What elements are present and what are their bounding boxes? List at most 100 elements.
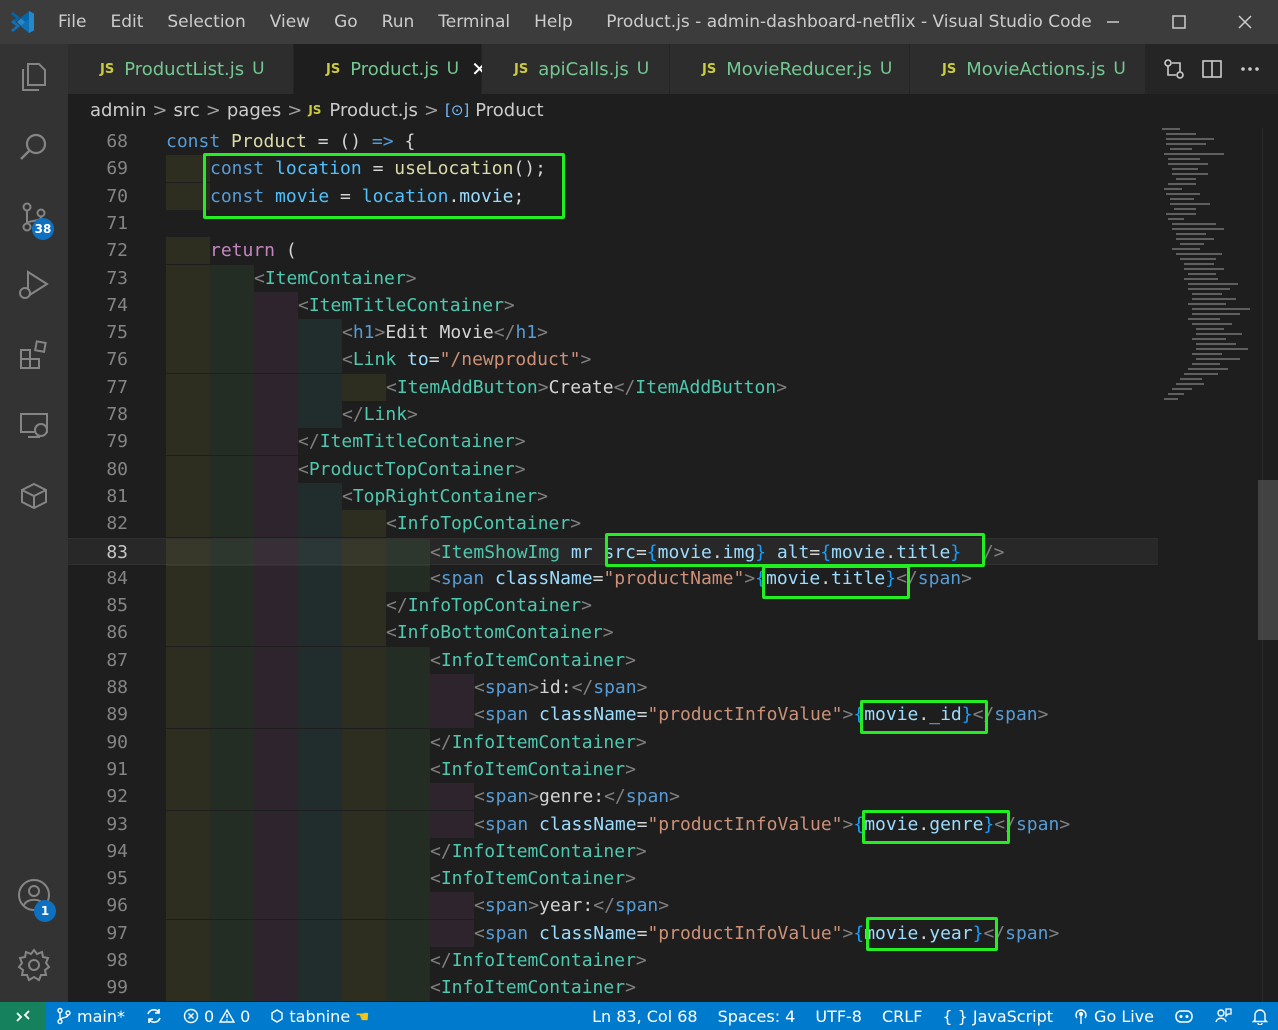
code-token: year <box>929 922 973 944</box>
code-line[interactable]: 68 const Product = () => { <box>68 128 1158 155</box>
breadcrumb-item[interactable]: src <box>174 100 200 121</box>
tab-movieactions[interactable]: JS MovieActions.js U <box>910 44 1146 94</box>
indent-guide <box>210 837 254 865</box>
code-line[interactable]: 90 </InfoItemContainer> <box>68 728 1158 756</box>
code-line[interactable]: 80 <ProductTopContainer> <box>68 455 1158 483</box>
menu-selection[interactable]: Selection <box>155 12 257 32</box>
menu-file[interactable]: File <box>46 12 98 32</box>
source-control-icon[interactable]: 38 <box>0 184 68 250</box>
indent-guide <box>342 538 386 566</box>
indent-guide <box>166 619 210 647</box>
maximize-button[interactable] <box>1146 0 1212 44</box>
code-line[interactable]: 95 <InfoItemContainer> <box>68 865 1158 893</box>
menu-terminal[interactable]: Terminal <box>426 12 522 32</box>
code-line[interactable]: 77 <ItemAddButton>Create</ItemAddButton> <box>68 373 1158 401</box>
code-line[interactable]: 93 <span className="productInfoValue">{mo… <box>68 810 1158 838</box>
encoding-status[interactable]: UTF-8 <box>805 1002 872 1030</box>
code-line[interactable]: 96 <span>year:</span> <box>68 892 1158 920</box>
code-line[interactable]: 98 </InfoItemContainer> <box>68 947 1158 974</box>
code-line[interactable]: 89 <span className="productInfoValue">{mo… <box>68 701 1158 729</box>
code-line[interactable]: 92 <span>genre:</span> <box>68 783 1158 811</box>
feedback-icon[interactable] <box>1204 1002 1242 1030</box>
remote-explorer-icon[interactable] <box>0 392 68 458</box>
code-line[interactable]: 97 <span className="productInfoValue">{mo… <box>68 919 1158 947</box>
minimize-button[interactable] <box>1080 0 1146 44</box>
code-line[interactable]: 85 </InfoTopContainer> <box>68 592 1158 620</box>
more-actions-icon[interactable] <box>1236 55 1264 83</box>
indent-guide <box>166 510 210 538</box>
code-line[interactable]: 84 <span className="productName">{movie.t… <box>68 564 1158 592</box>
indent-guide <box>342 510 386 538</box>
code-line[interactable]: 87 <InfoItemContainer> <box>68 646 1158 674</box>
tab-moviereducer[interactable]: JS MovieReducer.js U <box>670 44 910 94</box>
code-line[interactable]: 78 </Link> <box>68 401 1158 428</box>
indent-guide <box>298 674 342 701</box>
code-token: > <box>537 376 549 398</box>
breadcrumb-item[interactable]: admin <box>90 100 146 121</box>
eol-status[interactable]: CRLF <box>872 1002 932 1030</box>
menu-go[interactable]: Go <box>322 12 370 32</box>
breadcrumb-item[interactable]: Product.js <box>329 100 417 121</box>
code-line[interactable]: 81 <TopRightContainer> <box>68 482 1158 510</box>
minimap-line <box>1164 153 1224 155</box>
code-line[interactable]: 76 <Link to="/newproduct"> <box>68 346 1158 374</box>
docker-icon[interactable] <box>0 462 68 528</box>
code-token: = <box>635 541 647 563</box>
accounts-icon[interactable]: 1 <box>0 862 68 928</box>
scrollbar-thumb[interactable] <box>1258 480 1278 640</box>
code-token: </ <box>430 731 452 753</box>
code-line[interactable]: 73 <ItemContainer> <box>68 264 1158 292</box>
code-line[interactable]: 83 <ItemShowImg mr src={movie.img} alt={m… <box>68 537 1158 566</box>
code-line[interactable]: 94 </InfoItemContainer> <box>68 837 1158 865</box>
code-line[interactable]: 88 <span>id:</span> <box>68 674 1158 701</box>
search-icon[interactable] <box>0 114 68 180</box>
tab-label: apiCalls.js <box>538 58 629 80</box>
notifications-bell-icon[interactable] <box>1242 1002 1278 1030</box>
code-token: InfoItemContainer <box>440 758 626 780</box>
code-line[interactable]: 70 const movie = location.movie; <box>68 182 1158 210</box>
code-line[interactable]: 91 <InfoItemContainer> <box>68 755 1158 783</box>
code-line[interactable]: 74 <ItemTitleContainer> <box>68 291 1158 319</box>
split-editor-icon[interactable] <box>1198 55 1226 83</box>
code-line[interactable]: 99 <InfoItemContainer> <box>68 974 1158 1002</box>
menu-help[interactable]: Help <box>522 12 585 32</box>
copilot-icon[interactable] <box>1164 1002 1204 1030</box>
breadcrumb-item[interactable]: Product <box>475 100 543 121</box>
indent-guide <box>254 837 298 865</box>
remote-indicator-icon[interactable] <box>0 1002 46 1030</box>
code-line[interactable]: 82 <InfoTopContainer> <box>68 510 1158 538</box>
tab-product[interactable]: JS Product.js U ✕ <box>294 44 488 94</box>
indentation-status[interactable]: Spaces: 4 <box>708 1002 806 1030</box>
cursor-position[interactable]: Ln 83, Col 68 <box>582 1002 708 1030</box>
close-window-button[interactable] <box>1212 0 1278 44</box>
indent-guide <box>254 810 298 838</box>
go-live-button[interactable]: Go Live <box>1063 1002 1164 1030</box>
code-line[interactable]: 79 </ItemTitleContainer> <box>68 428 1158 456</box>
menu-run[interactable]: Run <box>370 12 427 32</box>
explorer-icon[interactable] <box>0 44 68 110</box>
minimap[interactable] <box>1162 128 1262 428</box>
code-token: location <box>275 158 362 180</box>
code-line[interactable]: 86 <InfoBottomContainer> <box>68 619 1158 647</box>
tabnine-status[interactable]: tabnine ☚ <box>260 1002 379 1030</box>
code-line[interactable]: 72 return ( <box>68 237 1158 265</box>
language-mode[interactable]: { } JavaScript <box>932 1002 1063 1030</box>
code-line[interactable]: 71 <box>68 210 1158 237</box>
menu-view[interactable]: View <box>258 12 322 32</box>
tab-apicalls[interactable]: JS apiCalls.js U <box>482 44 670 94</box>
menu-edit[interactable]: Edit <box>98 12 155 32</box>
code-token: < <box>430 758 441 780</box>
sync-button[interactable] <box>135 1002 173 1030</box>
code-editor[interactable]: 68 const Product = () => {69 const locatio… <box>68 128 1278 1002</box>
settings-gear-icon[interactable] <box>0 932 68 998</box>
code-line[interactable]: 69 const location = useLocation(); <box>68 155 1158 183</box>
branch-status[interactable]: main* <box>46 1002 135 1030</box>
tab-productlist[interactable]: JS ProductList.js U <box>68 44 294 94</box>
problems-status[interactable]: 0 0 <box>173 1002 260 1030</box>
compare-changes-icon[interactable] <box>1160 55 1188 83</box>
breadcrumb-item[interactable]: pages <box>227 100 281 121</box>
run-debug-icon[interactable] <box>0 252 68 318</box>
code-line[interactable]: 75 <h1>Edit Movie</h1> <box>68 319 1158 347</box>
indent-guide <box>166 401 210 428</box>
extensions-icon[interactable] <box>0 322 68 388</box>
